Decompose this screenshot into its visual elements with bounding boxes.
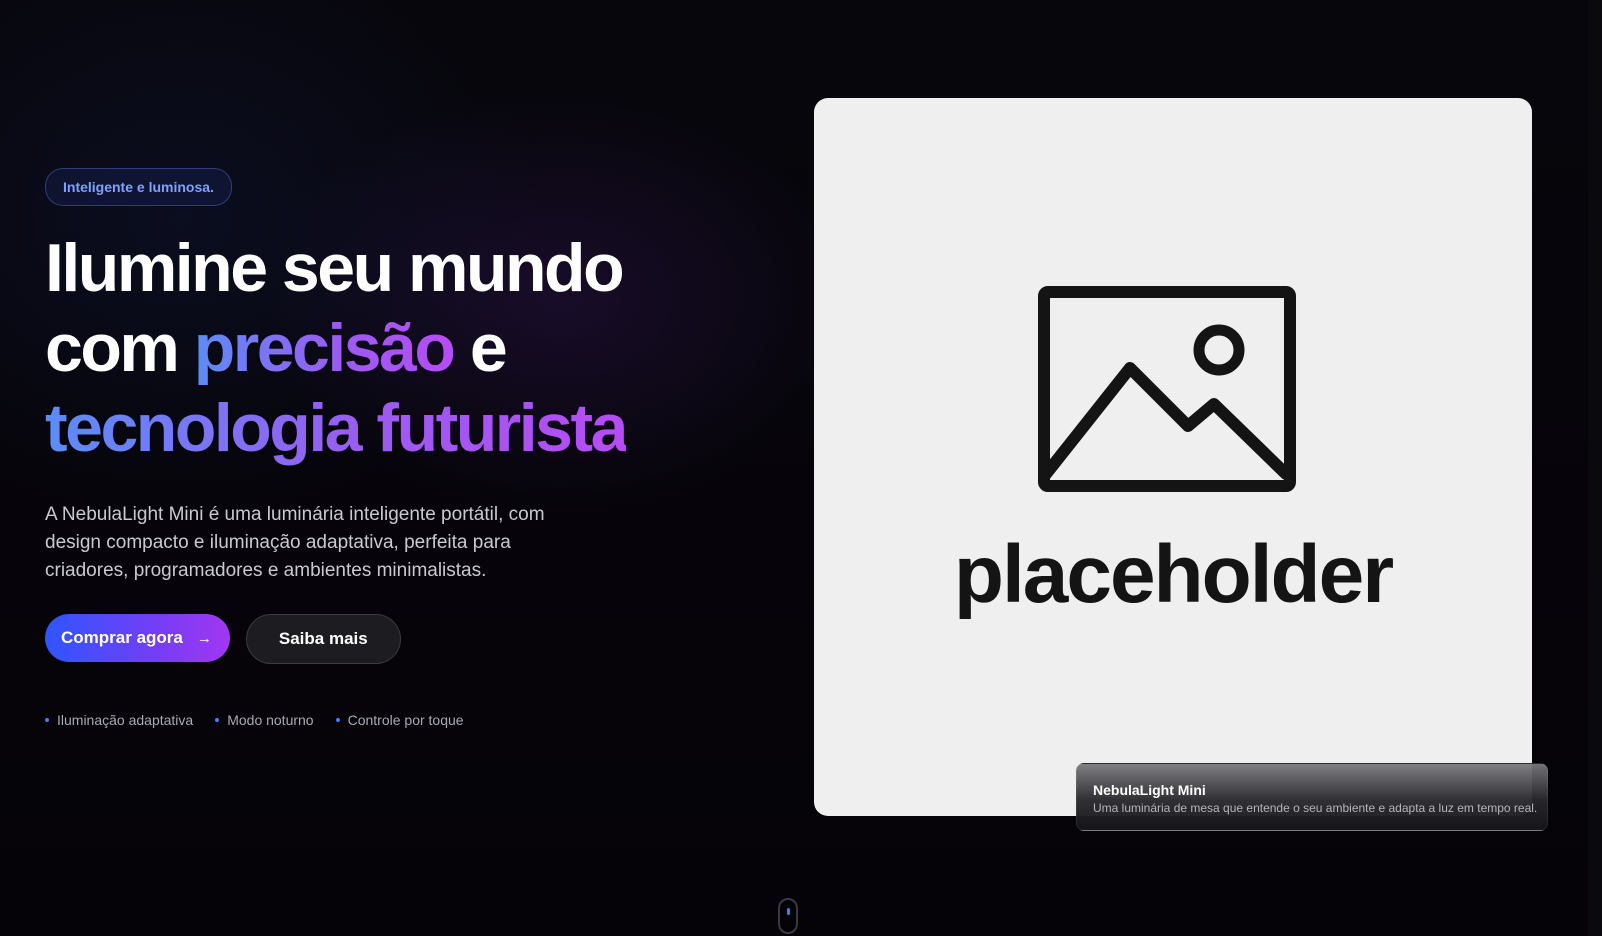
feature-label: Iluminação adaptativa xyxy=(57,712,194,728)
headline-line-2-end: e xyxy=(453,310,508,386)
buy-now-button[interactable]: Comprar agora → xyxy=(45,614,230,662)
tagline-badge: Inteligente e luminosa. xyxy=(45,168,232,206)
feature-list: Iluminação adaptativa Modo noturno Contr… xyxy=(45,712,464,728)
headline-line-1: Ilumine seu mundo xyxy=(45,230,625,306)
hero-actions: Comprar agora → Saiba mais xyxy=(45,614,401,664)
product-image-card: placeholder xyxy=(814,98,1532,816)
product-caption-card: NebulaLight Mini Uma luminária de mesa q… xyxy=(1076,763,1548,831)
buy-now-label: Comprar agora xyxy=(61,628,183,647)
page-scrollbar[interactable] xyxy=(1588,0,1602,936)
feature-item: Iluminação adaptativa xyxy=(45,712,193,728)
headline-highlight-tecnologia: tecnologia futurista xyxy=(45,390,628,466)
feature-label: Controle por toque xyxy=(347,712,464,728)
headline-line-2-start: com xyxy=(45,310,194,386)
hero-headline: Ilumine seu mundo com precisão e tecnolo… xyxy=(45,228,628,468)
arrow-right-icon: → xyxy=(196,629,212,647)
feature-label: Modo noturno xyxy=(227,712,314,728)
scroll-down-indicator[interactable] xyxy=(778,898,798,934)
bullet-dot-icon xyxy=(335,718,340,722)
headline-highlight-precisao: precisão xyxy=(193,310,456,386)
caption-text: Uma luminária de mesa que entende o seu … xyxy=(1093,801,1538,815)
feature-item: Modo noturno xyxy=(215,712,314,728)
headline-line-2: com precisão e xyxy=(45,308,626,388)
mouse-wheel-icon xyxy=(787,908,790,915)
feature-item: Controle por toque xyxy=(335,712,464,728)
bullet-dot-icon xyxy=(215,718,220,722)
hero-page: Inteligente e luminosa. Ilumine seu mund… xyxy=(0,0,1602,936)
bullet-dot-icon xyxy=(45,718,49,722)
learn-more-button[interactable]: Saiba mais xyxy=(245,614,401,664)
image-placeholder-icon xyxy=(1038,286,1296,492)
hero-description: A NebulaLight Mini é uma luminária intel… xyxy=(45,504,545,581)
placeholder-label: placeholder xyxy=(953,529,1394,620)
caption-title: NebulaLight Mini xyxy=(1093,782,1206,798)
